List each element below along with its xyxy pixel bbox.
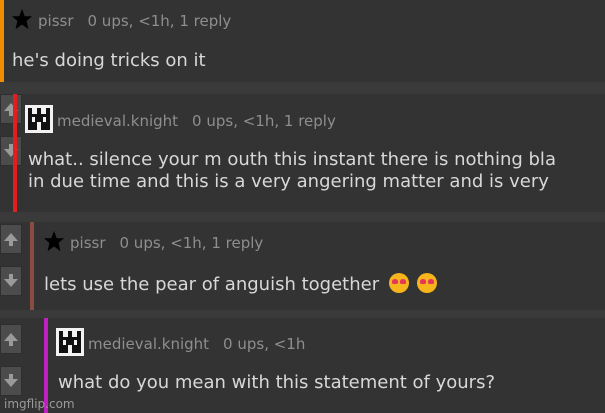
star-icon [10,8,34,34]
down-arrow-icon [4,374,18,387]
reply-depth-bar [30,222,34,310]
comment-stats: 0 ups, <1h, 1 reply [119,234,264,252]
castle-icon [56,328,84,360]
heart-eyes-cat-emoji-icon [388,273,409,293]
downvote-button[interactable] [0,136,22,166]
heart-eyes-cat-emoji-icon [416,273,437,293]
comment-meta: medieval.knight 0 ups, <1h [56,328,305,360]
comment-text: he's doing tricks on it [12,50,206,71]
comment-4: medieval.knight 0 ups, <1h what do you m… [0,318,605,413]
upvote-button[interactable] [0,224,22,254]
comment-meta: pissr 0 ups, <1h, 1 reply [42,230,263,256]
comment-stats: 0 ups, <1h, 1 reply [192,112,336,130]
reply-depth-bar [0,0,4,82]
star-icon [42,230,66,256]
comment-meta: medieval.knight 0 ups, <1h, 1 reply [25,105,336,137]
castle-icon [25,105,53,137]
comment-text: what.. silence your m outh this instant … [28,149,556,193]
vote-controls [0,224,22,296]
watermark: imgflip.com [4,397,75,411]
username-link[interactable]: medieval.knight [57,112,178,130]
upvote-button[interactable] [0,324,22,354]
username-link[interactable]: pissr [38,12,74,30]
vote-controls [0,94,22,166]
downvote-button[interactable] [0,366,22,396]
down-arrow-icon [4,274,18,287]
up-arrow-icon [4,333,18,346]
comment-text: lets use the pear of anguish together [44,273,437,296]
comment-text-line: what.. silence your m outh this instant … [28,149,556,170]
comment-text-content: lets use the pear of anguish together [44,274,380,295]
comment-text-line: in due time and this is a very angering … [28,171,549,192]
comment-text: what do you mean with this statement of … [58,372,496,393]
username-link[interactable]: pissr [70,234,106,252]
comment-stats: 0 ups, <1h, 1 reply [87,12,232,30]
comment-stats: 0 ups, <1h [223,335,306,353]
comment-meta: pissr 0 ups, <1h, 1 reply [10,8,231,34]
up-arrow-icon [4,233,18,246]
username-link[interactable]: medieval.knight [88,335,209,353]
comment-1: pissr 0 ups, <1h, 1 reply he's doing tri… [0,0,605,82]
downvote-button[interactable] [0,266,22,296]
comment-3: pissr 0 ups, <1h, 1 reply lets use the p… [0,222,605,310]
upvote-button[interactable] [0,94,22,124]
vote-controls [0,324,22,396]
reply-depth-bar [13,94,17,212]
comment-2: medieval.knight 0 ups, <1h, 1 reply what… [0,94,605,212]
